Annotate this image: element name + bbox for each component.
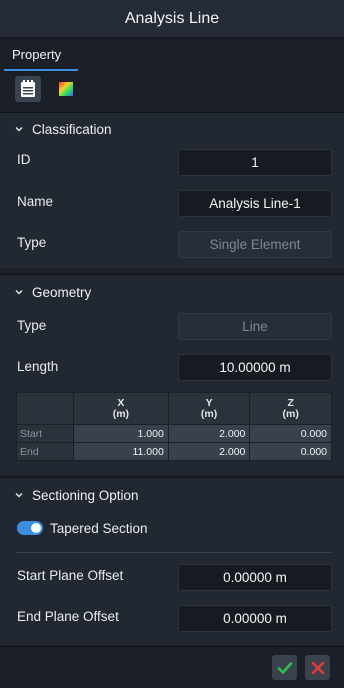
geometry-title: Geometry [32,284,92,300]
apply-button[interactable] [272,655,297,680]
chevron-down-icon [15,492,23,498]
row-label-end: End [16,442,74,461]
dialog-footer [0,646,344,688]
tab-bar: Property [0,38,344,71]
length-label: Length [17,359,59,374]
length-field[interactable]: 10.00000 m [178,354,332,381]
end-x-cell[interactable]: 11.000 [73,442,169,461]
section-divider [16,552,332,553]
id-field[interactable]: 1 [178,149,332,176]
start-plane-offset-field[interactable]: 0.00000 m [178,564,332,591]
sectioning-section: Sectioning Option Tapered Section Start … [0,477,344,645]
type-field: Single Element [178,231,332,258]
tab-property[interactable]: Property [4,44,69,68]
sectioning-header[interactable]: Sectioning Option [14,485,139,505]
tapered-section-toggle[interactable] [17,521,43,535]
close-icon [311,661,324,674]
active-tab-indicator [4,69,78,71]
classification-section: Classification ID 1 Name Analysis Line-1… [0,112,344,268]
start-z-cell[interactable]: 0.000 [249,424,332,443]
start-x-cell[interactable]: 1.000 [73,424,169,443]
color-palette-icon[interactable] [53,76,79,102]
start-y-cell[interactable]: 2.000 [167,424,251,443]
properties-sheet-icon[interactable] [15,76,41,102]
column-header-z: Z (m) [249,392,332,425]
window-title: Analysis Line [0,0,344,38]
row-label-start: Start [16,424,74,443]
chevron-down-icon [15,289,23,295]
type-label: Type [17,235,47,250]
tapered-section-label: Tapered Section [50,521,148,536]
coordinates-table: X (m) Y (m) Z (m) Start 1.000 2.000 0.000 E… [16,392,332,461]
classification-header[interactable]: Classification [14,119,112,139]
end-z-cell[interactable]: 0.000 [249,442,332,461]
classification-title: Classification [32,121,112,137]
end-y-cell[interactable]: 2.000 [167,442,251,461]
sectioning-title: Sectioning Option [32,487,139,503]
name-field[interactable]: Analysis Line-1 [178,190,332,217]
cancel-button[interactable] [305,655,330,680]
geometry-type-field: Line [178,313,332,340]
toggle-knob [31,523,41,533]
column-header-x: X (m) [73,392,169,425]
end-plane-offset-label: End Plane Offset [17,609,119,624]
geometry-type-label: Type [17,318,47,333]
table-row: Start 1.000 2.000 0.000 [16,424,332,443]
property-toolbar [0,72,344,106]
column-header-y: Y (m) [167,392,251,425]
id-label: ID [17,152,31,167]
name-label: Name [17,194,54,209]
end-plane-offset-field[interactable]: 0.00000 m [178,605,332,632]
geometry-header[interactable]: Geometry [14,282,91,302]
checkmark-icon [277,661,292,674]
start-plane-offset-label: Start Plane Offset [17,568,124,583]
table-row: End 11.000 2.000 0.000 [16,442,332,461]
chevron-down-icon [15,126,23,132]
table-corner [16,392,74,425]
